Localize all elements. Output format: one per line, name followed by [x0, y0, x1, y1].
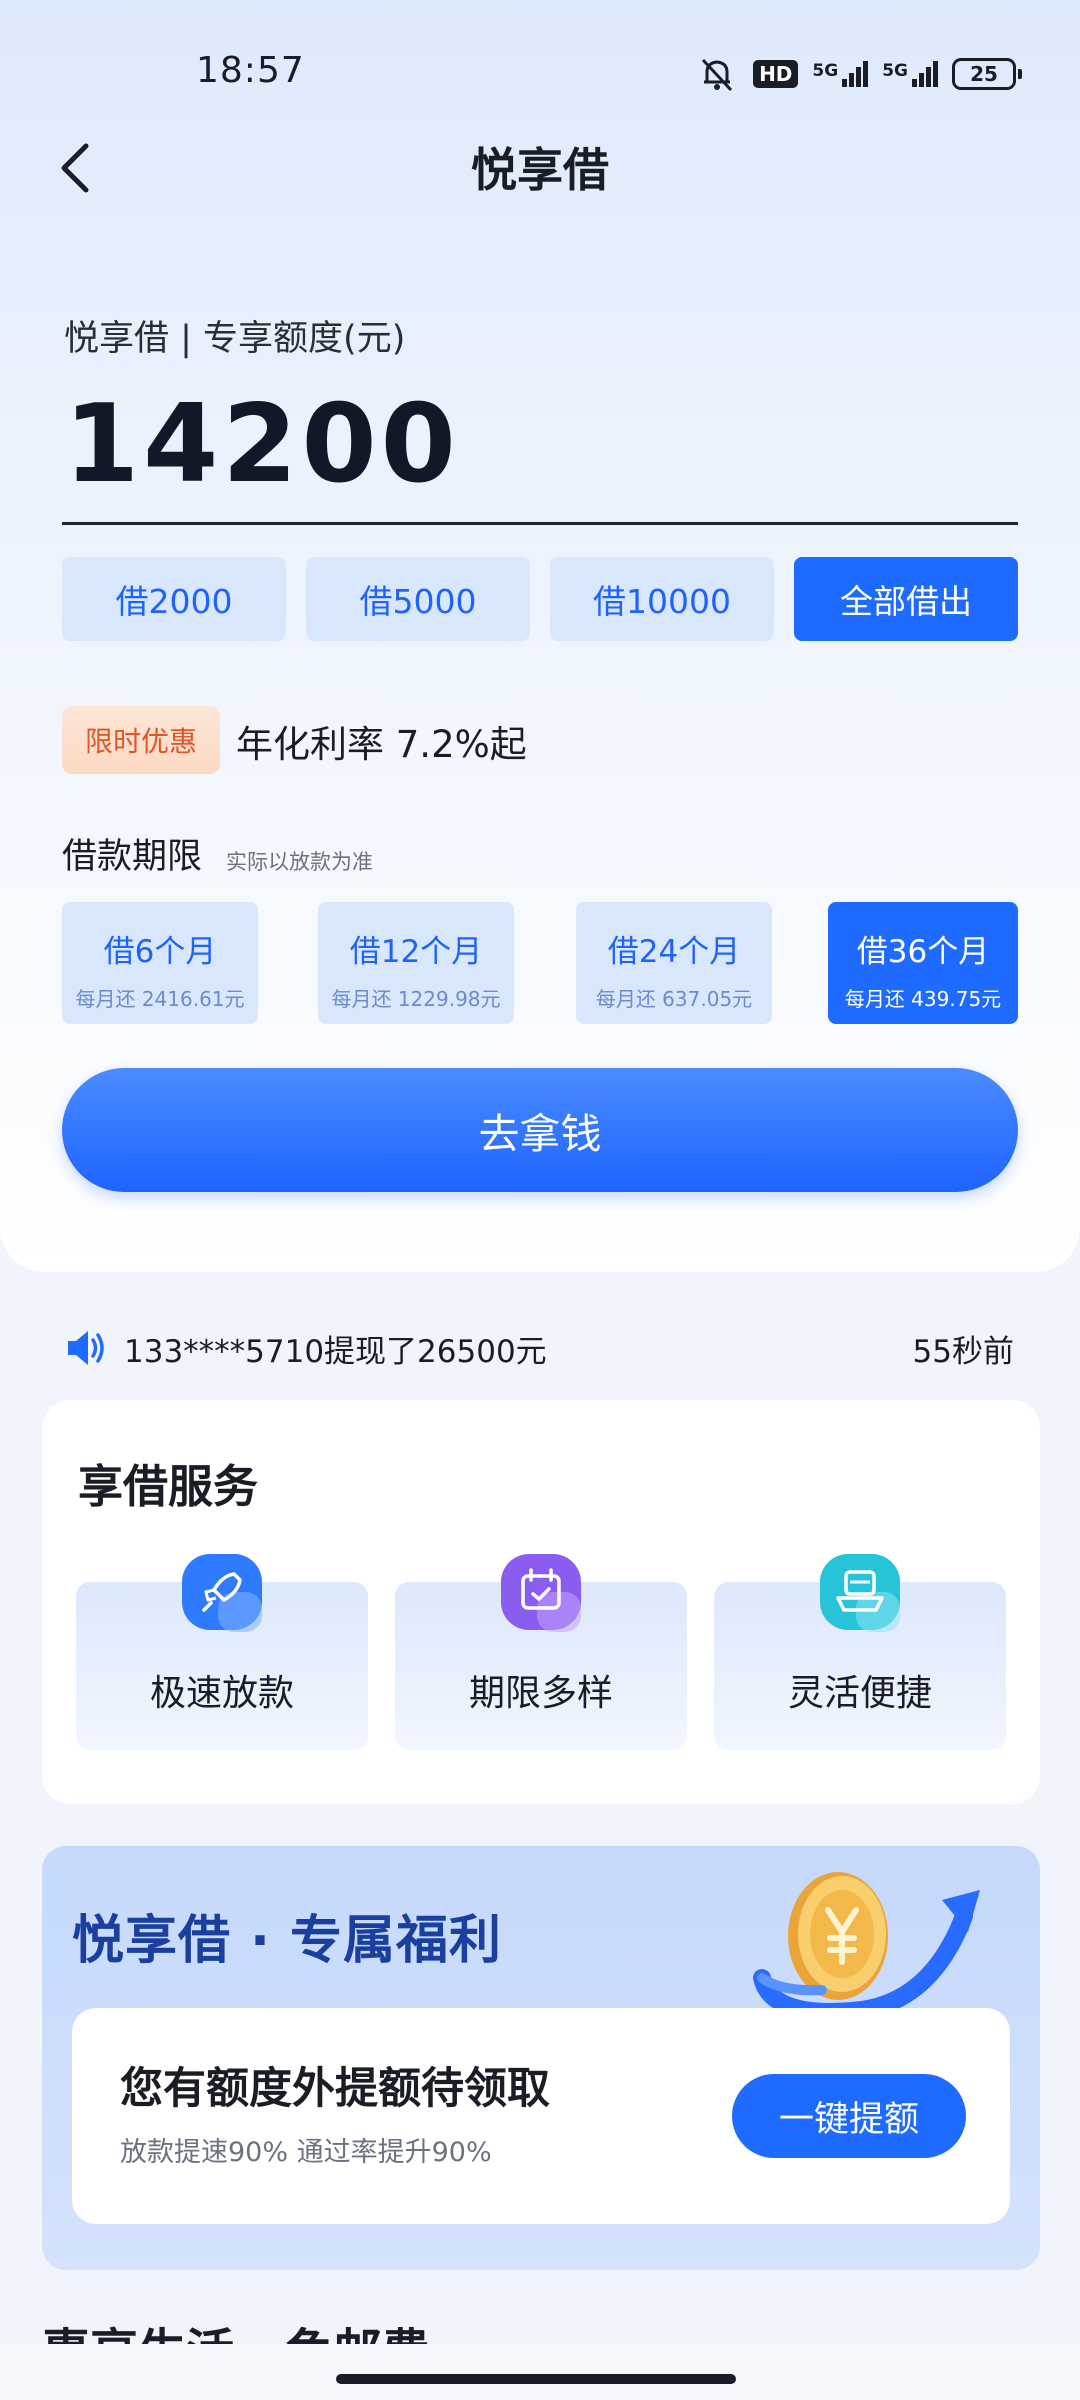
signal-icon: 5G [812, 61, 869, 87]
get-money-button[interactable]: 去拿钱 [62, 1068, 1018, 1192]
withdraw-notice: 133****5710提现了26500元 55秒前 [64, 1322, 1020, 1374]
status-icons: HD 5G 5G 25 [695, 52, 1022, 96]
service-label: 灵活便捷 [787, 1673, 932, 1714]
page-title: 悦享借 [471, 143, 609, 197]
benefit-title: 悦享借 · 专属福利 [72, 1911, 502, 1971]
service-flexible-terms[interactable]: 期限多样 [395, 1554, 687, 1750]
term-label: 借12个月 [349, 934, 483, 970]
status-bar: 18:57 HD 5G 5G 25 [0, 0, 1080, 140]
term-note: 实际以放款为准 [226, 850, 373, 874]
speaker-icon [68, 1331, 104, 1365]
notice-text: 133****5710提现了26500元 [124, 1333, 547, 1370]
signal-icon-2: 5G [882, 61, 938, 87]
term-monthly: 每月还 2416.61元 [75, 987, 245, 1011]
quick-amount-5000-button[interactable]: 借5000 [306, 557, 530, 641]
term-monthly: 每月还 637.05元 [595, 987, 753, 1011]
service-label: 期限多样 [468, 1673, 613, 1714]
service-label: 极速放款 [149, 1673, 294, 1714]
hd-badge: HD [753, 60, 799, 88]
term-label: 借36个月 [856, 934, 990, 970]
promo-badge: 限时优惠 [62, 706, 220, 774]
interest-rate-text: 年化利率 7.2%起 [236, 723, 527, 766]
status-time: 18:57 [196, 50, 305, 91]
term-options: 借6个月 每月还 2416.61元 借12个月 每月还 1229.98元 借24… [62, 902, 1018, 1024]
home-indicator[interactable] [336, 2374, 736, 2384]
quota-label: 悦享借 | 专享额度(元) [64, 319, 406, 359]
service-convenient[interactable]: 灵活便捷 [714, 1554, 1006, 1750]
term-option-24[interactable]: 借24个月 每月还 637.05元 [576, 902, 772, 1024]
service-card: 享借服务 极速放款 期限多样 灵活便捷 [42, 1400, 1040, 1804]
amount-underline [62, 522, 1018, 525]
term-title: 借款期限 [62, 837, 203, 877]
loan-amount-input[interactable]: 14200 [64, 382, 460, 507]
term-option-36[interactable]: 借36个月 每月还 439.75元 [828, 902, 1018, 1024]
term-option-12[interactable]: 借12个月 每月还 1229.98元 [318, 902, 514, 1024]
term-monthly: 每月还 439.75元 [844, 987, 1002, 1011]
term-label: 借24个月 [607, 934, 741, 970]
term-option-6[interactable]: 借6个月 每月还 2416.61元 [62, 902, 258, 1024]
term-monthly: 每月还 1229.98元 [331, 987, 501, 1011]
notice-time: 55秒前 [912, 1333, 1014, 1370]
borrow-all-button[interactable]: 全部借出 [794, 557, 1018, 641]
raise-limit-button[interactable]: 一键提额 [732, 2074, 966, 2158]
benefit-sub-text: 放款提速90% 通过率提升90% [120, 2137, 492, 2168]
quick-amount-10000-button[interactable]: 借10000 [550, 557, 774, 641]
battery-icon: 25 [952, 58, 1022, 90]
service-fast-loan[interactable]: 极速放款 [76, 1554, 368, 1750]
service-title: 享借服务 [78, 1460, 259, 1513]
yuan-coin-icon [753, 1872, 980, 2021]
bell-muted-icon [701, 58, 733, 92]
rocket-icon [182, 1554, 262, 1632]
benefit-offer: 您有额度外提额待领取 放款提速90% 通过率提升90% 一键提额 [72, 2008, 1010, 2224]
benefit-main-text: 您有额度外提额待领取 [120, 2064, 550, 2114]
calendar-icon [501, 1554, 581, 1632]
hand-icon [820, 1554, 900, 1632]
quick-amount-row: 借2000 借5000 借10000 全部借出 [62, 557, 1018, 641]
quick-amount-2000-button[interactable]: 借2000 [62, 557, 286, 641]
benefit-card: 悦享借 · 专属福利 您有额度外提额待领取 放款提速90% 通过率提升90% 一… [42, 1846, 1040, 2270]
term-label: 借6个月 [103, 934, 217, 970]
bottom-bar [0, 2344, 1080, 2400]
